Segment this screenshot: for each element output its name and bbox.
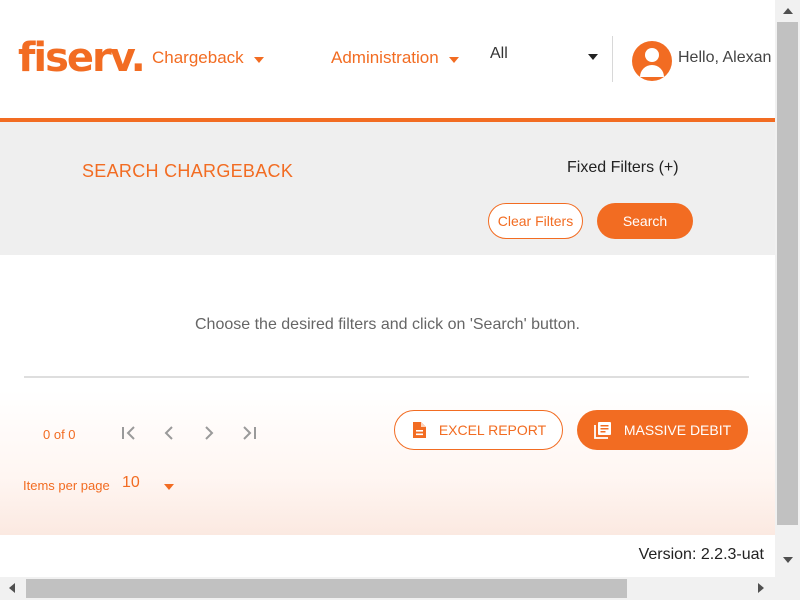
empty-state-message: Choose the desired filters and click on …: [195, 316, 580, 333]
nav-chargeback[interactable]: Chargeback: [152, 48, 264, 68]
scroll-up-icon[interactable]: [783, 8, 793, 14]
previous-page-icon[interactable]: [159, 423, 179, 443]
user-avatar-icon[interactable]: [632, 41, 672, 81]
header-divider: [612, 36, 613, 82]
library-books-icon: [593, 422, 611, 439]
chevron-down-icon: [253, 56, 264, 63]
clear-filters-button[interactable]: Clear Filters: [488, 203, 583, 239]
fixed-filters-toggle[interactable]: Fixed Filters (+): [567, 159, 679, 177]
entity-select-value: All: [490, 45, 508, 62]
scroll-left-icon[interactable]: [9, 583, 15, 593]
document-icon: [412, 422, 426, 438]
last-page-icon[interactable]: [239, 423, 259, 443]
dropdown-arrow-icon: [588, 54, 598, 60]
nav-chargeback-label: Chargeback: [152, 48, 244, 67]
massive-debit-button[interactable]: MASSIVE DEBIT: [577, 410, 748, 450]
items-per-page-select[interactable]: 10: [122, 474, 140, 492]
app-version: Version: 2.2.3-uat: [638, 546, 764, 563]
horizontal-scrollbar[interactable]: [0, 577, 775, 600]
chevron-down-icon[interactable]: [164, 484, 174, 490]
search-button[interactable]: Search: [597, 203, 693, 239]
excel-report-button[interactable]: EXCEL REPORT: [394, 410, 563, 450]
items-per-page-label: Items per page: [23, 478, 110, 493]
paginator-range: 0 of 0: [43, 427, 76, 442]
scroll-right-icon[interactable]: [758, 583, 764, 593]
first-page-icon[interactable]: [119, 423, 139, 443]
chevron-down-icon: [448, 56, 459, 63]
fiserv-logo[interactable]: fiserv.: [18, 34, 146, 82]
horizontal-scroll-thumb[interactable]: [26, 579, 627, 598]
massive-debit-label: MASSIVE DEBIT: [623, 422, 732, 438]
scroll-down-icon[interactable]: [783, 557, 793, 563]
scrollbar-corner: [775, 577, 800, 600]
results-divider: [24, 376, 749, 378]
user-greeting[interactable]: Hello, Alexan: [678, 49, 771, 67]
next-page-icon[interactable]: [199, 423, 219, 443]
vertical-scroll-thumb[interactable]: [777, 22, 798, 525]
entity-select[interactable]: All: [490, 45, 600, 69]
nav-administration[interactable]: Administration: [331, 48, 459, 68]
vertical-scrollbar[interactable]: [775, 0, 800, 577]
filter-panel: SEARCH CHARGEBACK Fixed Filters (+) Clea…: [0, 122, 775, 255]
top-header: fiserv. Chargeback Administration All He…: [0, 0, 775, 118]
app-viewport: fiserv. Chargeback Administration All He…: [0, 0, 775, 577]
nav-administration-label: Administration: [331, 48, 439, 67]
page-title: SEARCH CHARGEBACK: [82, 161, 294, 181]
excel-report-label: EXCEL REPORT: [438, 422, 547, 438]
paginator: 0 of 0 EXCEL REPORT MASSIVE DEBIT Items …: [0, 390, 775, 535]
